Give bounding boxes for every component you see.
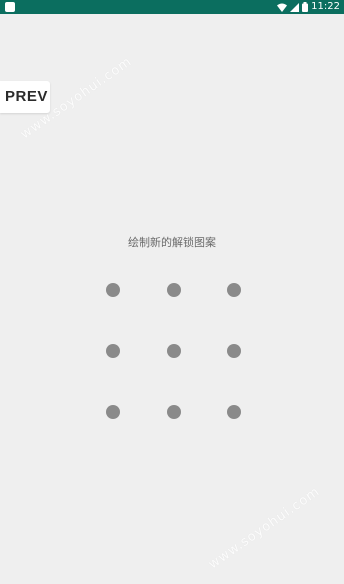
battery-icon [302,2,309,12]
status-icons: 11:22 [277,0,340,14]
clock: 11:22 [311,1,340,12]
pattern-dot-7[interactable] [106,405,120,419]
pattern-dot-2[interactable] [167,283,181,297]
app-notification-icon [5,2,15,12]
watermark-text: www.soyohui.com [206,484,323,573]
signal-icon [290,2,300,12]
wifi-icon [277,3,288,12]
pattern-dot-6[interactable] [227,344,241,358]
pattern-dot-9[interactable] [227,405,241,419]
pattern-dot-5[interactable] [167,344,181,358]
draw-pattern-prompt: 绘制新的解锁图案 [128,236,216,249]
lock-pattern-screen: 11:22 www.soyohui.com www.soyohui.com PR… [0,0,344,584]
prev-button[interactable]: PREV [0,81,50,113]
status-bar: 11:22 [0,0,344,14]
pattern-dot-3[interactable] [227,283,241,297]
pattern-dot-8[interactable] [167,405,181,419]
pattern-dot-4[interactable] [106,344,120,358]
pattern-dot-1[interactable] [106,283,120,297]
